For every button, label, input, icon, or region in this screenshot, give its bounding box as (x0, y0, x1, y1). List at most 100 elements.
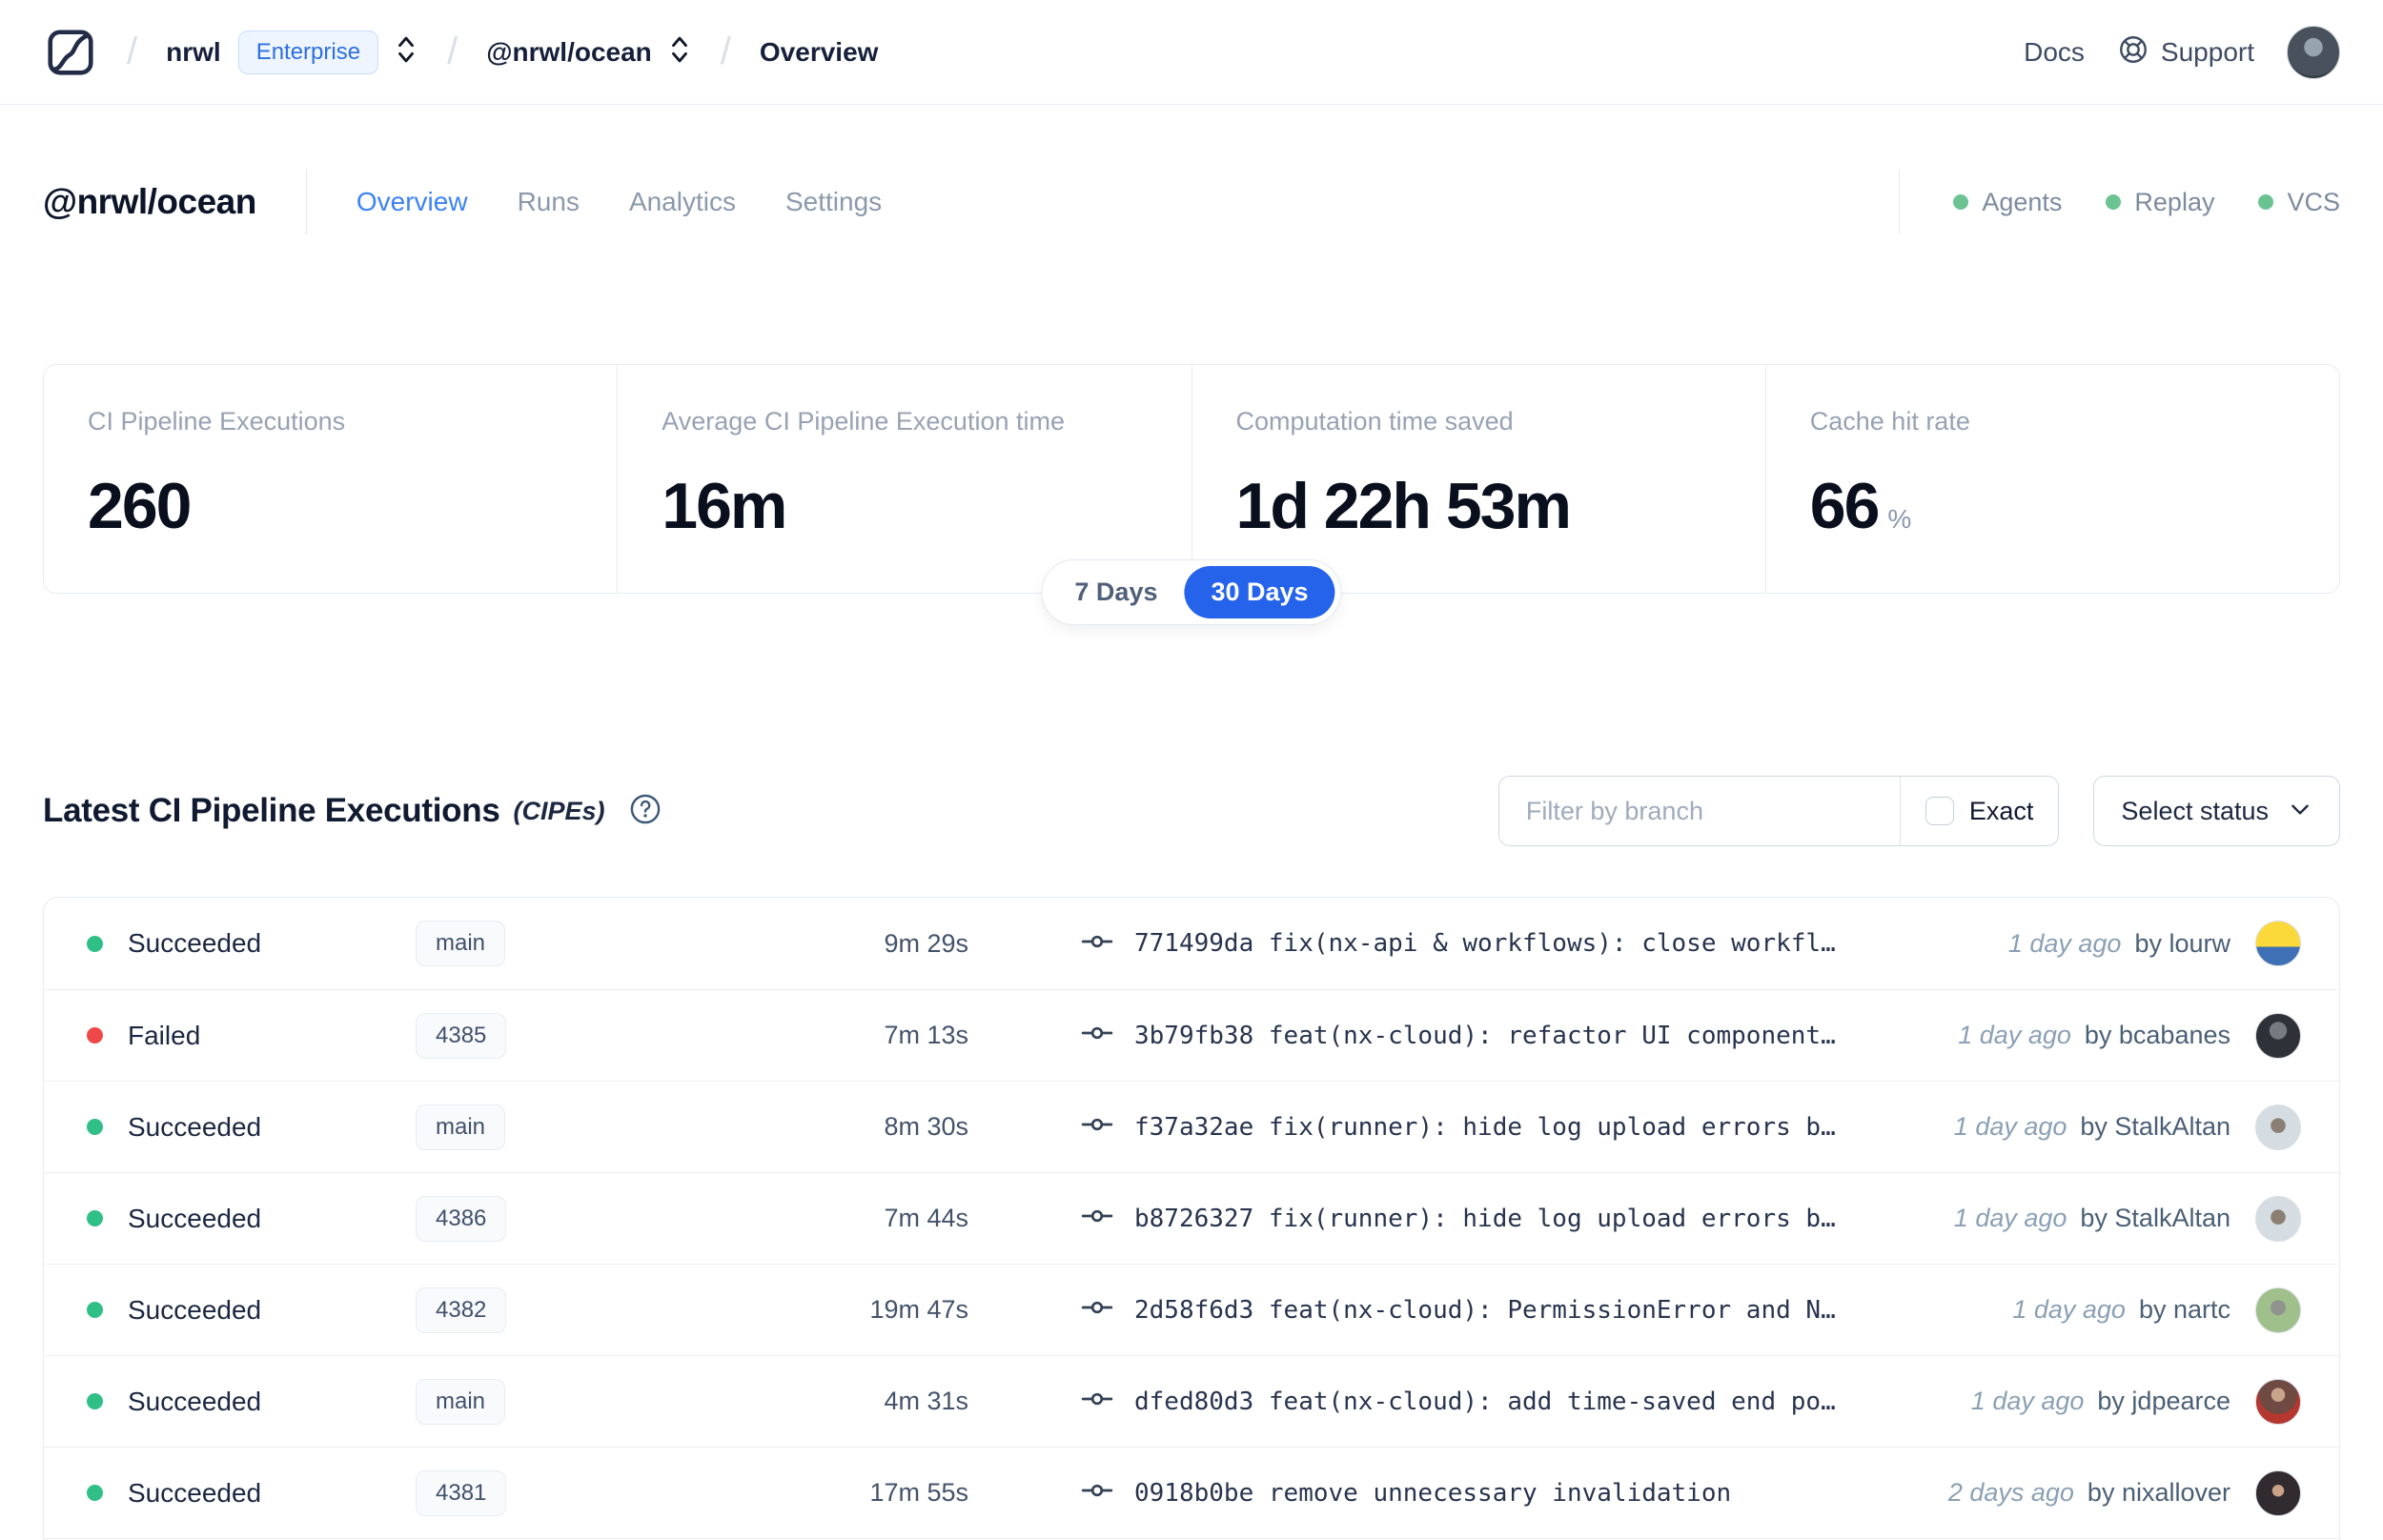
status-dot-icon (87, 1302, 103, 1318)
git-commit-icon (1081, 925, 1113, 962)
time-ago: 1 day ago (2012, 1295, 2126, 1324)
breadcrumb-separator: / (447, 30, 458, 72)
duration: 9m 29s (884, 928, 968, 958)
org-selector-chevron-icon[interactable] (378, 33, 418, 71)
status-dot-icon (87, 1119, 103, 1135)
duration: 8m 30s (884, 1112, 968, 1141)
time-ago: 1 day ago (1958, 1021, 2071, 1049)
status-label: Succeeded (128, 1477, 262, 1508)
status-filter-select[interactable]: Select status (2093, 776, 2340, 846)
table-row[interactable]: Succeeded main 9m 29s 771499da fix(nx-ap… (44, 898, 2339, 989)
table-row[interactable]: Succeeded 4381 17m 55s 0918b0be remove u… (44, 1447, 2339, 1538)
question-circle-icon[interactable] (605, 792, 662, 831)
commit-message: fix(runner): hide log upload errors b… (1268, 1204, 1836, 1233)
workspace-selector-chevron-icon[interactable] (652, 33, 692, 71)
status-agents: Agents (1953, 188, 2062, 217)
cipe-section-header: Latest CI Pipeline Executions (CIPEs) Ex… (43, 775, 2340, 847)
breadcrumb-separator: / (127, 30, 138, 72)
table-row[interactable]: Succeeded 4382 19m 47s 2d58f6d3 feat(nx-… (44, 1264, 2339, 1355)
status-dot-icon (87, 935, 103, 952)
top-navbar: / nrwl Enterprise / @nrwl/ocean / Overvi… (0, 0, 2383, 105)
time-ago: 1 day ago (1953, 1112, 2067, 1141)
table-row[interactable]: Failed 4385 7m 13s 3b79fb38 feat(nx-clou… (44, 989, 2339, 1081)
green-status-dot-icon (2258, 194, 2274, 210)
stat-value: 66 (1809, 470, 1881, 542)
commit-message: feat(nx-cloud): add time-saved end po… (1268, 1387, 1836, 1416)
commit-hash: f37a32ae (1134, 1112, 1254, 1142)
tab-runs[interactable]: Runs (518, 187, 580, 217)
branch-badge: 4381 (416, 1469, 507, 1516)
table-row[interactable]: Succeeded main 8m 30s f37a32ae fix(runne… (44, 1081, 2339, 1172)
exact-checkbox[interactable] (1925, 797, 1954, 825)
branch-badge: main (416, 1378, 506, 1425)
git-commit-icon (1081, 1383, 1113, 1420)
status-label: Succeeded (128, 1294, 262, 1325)
status-label: Succeeded (128, 928, 262, 958)
status-replay: Replay (2106, 188, 2214, 217)
avatar (2255, 1469, 2301, 1516)
workspace-tabs: Overview Runs Analytics Settings (356, 187, 882, 217)
duration: 19m 47s (869, 1295, 968, 1324)
status-label: Succeeded (128, 1111, 262, 1142)
branch-filter-input[interactable] (1498, 777, 1900, 845)
lifebuoy-icon (2117, 33, 2149, 71)
green-status-dot-icon (2106, 194, 2122, 210)
divider (305, 170, 307, 234)
duration: 7m 44s (884, 1204, 968, 1232)
git-commit-icon (1081, 1017, 1113, 1054)
table-row[interactable]: Succeeded 4386 7m 44s b8726327 fix(runne… (44, 1172, 2339, 1264)
avatar (2255, 1195, 2301, 1242)
section-title: Latest CI Pipeline Executions (43, 792, 500, 829)
tab-overview[interactable]: Overview (356, 187, 468, 217)
stat-value: 16m (662, 470, 787, 542)
author: by jdpearce (2097, 1387, 2230, 1415)
avatar (2255, 1104, 2301, 1150)
tab-analytics[interactable]: Analytics (629, 187, 736, 217)
author: by StalkAltan (2080, 1204, 2230, 1232)
commit-message: feat(nx-cloud): refactor UI component… (1268, 1021, 1836, 1050)
commit-hash: b8726327 (1134, 1204, 1254, 1233)
breadcrumb-org[interactable]: nrwl (166, 37, 221, 68)
branch-filter-group: Exact (1497, 776, 2060, 846)
branch-badge: 4382 (416, 1287, 507, 1333)
tab-settings[interactable]: Settings (785, 187, 882, 217)
author: by bcabanes (2084, 1021, 2230, 1049)
status-vcs: VCS (2258, 188, 2340, 217)
toggle-7-days[interactable]: 7 Days (1048, 566, 1184, 618)
author: by StalkAltan (2080, 1112, 2230, 1141)
user-avatar[interactable] (2287, 25, 2340, 79)
nx-cloud-logo-icon[interactable] (43, 25, 98, 80)
commit-message: fix(runner): hide log upload errors b… (1268, 1112, 1836, 1142)
table-row[interactable]: Succeeded main 4m 31s dfed80d3 feat(nx-c… (44, 1355, 2339, 1447)
duration: 7m 13s (884, 1021, 968, 1049)
green-status-dot-icon (1953, 194, 1969, 210)
breadcrumb-separator: / (720, 30, 731, 72)
stat-ci-pipeline-executions: CI Pipeline Executions 260 (88, 407, 346, 542)
avatar (2255, 921, 2301, 966)
docs-link[interactable]: Docs (2024, 37, 2085, 68)
support-link[interactable]: Support (2117, 33, 2254, 71)
support-label: Support (2160, 36, 2254, 67)
breadcrumb-workspace[interactable]: @nrwl/ocean (486, 37, 652, 68)
chevron-down-icon (2288, 797, 2312, 826)
breadcrumb: / nrwl Enterprise / @nrwl/ocean / Overvi… (43, 25, 878, 80)
duration: 17m 55s (869, 1478, 968, 1507)
cipe-table: Succeeded main 9m 29s 771499da fix(nx-ap… (43, 897, 2340, 1540)
breadcrumb-page: Overview (759, 36, 879, 67)
status-dot-icon (87, 1210, 103, 1226)
git-commit-icon (1081, 1108, 1113, 1145)
commit-hash: 0918b0be (1134, 1478, 1254, 1508)
toggle-30-days[interactable]: 30 Days (1184, 566, 1335, 618)
commit-hash: 3b79fb38 (1134, 1021, 1254, 1050)
exact-match-toggle[interactable]: Exact (1899, 777, 2059, 845)
date-range-toggle: 7 Days 30 Days (1041, 559, 1342, 625)
time-ago: 1 day ago (2007, 928, 2122, 958)
commit-message: feat(nx-cloud): PermissionError and N… (1268, 1295, 1836, 1325)
time-ago: 1 day ago (1953, 1204, 2067, 1232)
author: by nixallover (2087, 1478, 2230, 1507)
status-label: Succeeded (128, 1386, 262, 1416)
stat-cache-hit-rate: Cache hit rate 66 % (1764, 365, 2339, 593)
avatar (2255, 1378, 2301, 1425)
section-title-suffix: (CIPEs) (513, 796, 605, 825)
branch-badge: main (416, 1104, 506, 1150)
